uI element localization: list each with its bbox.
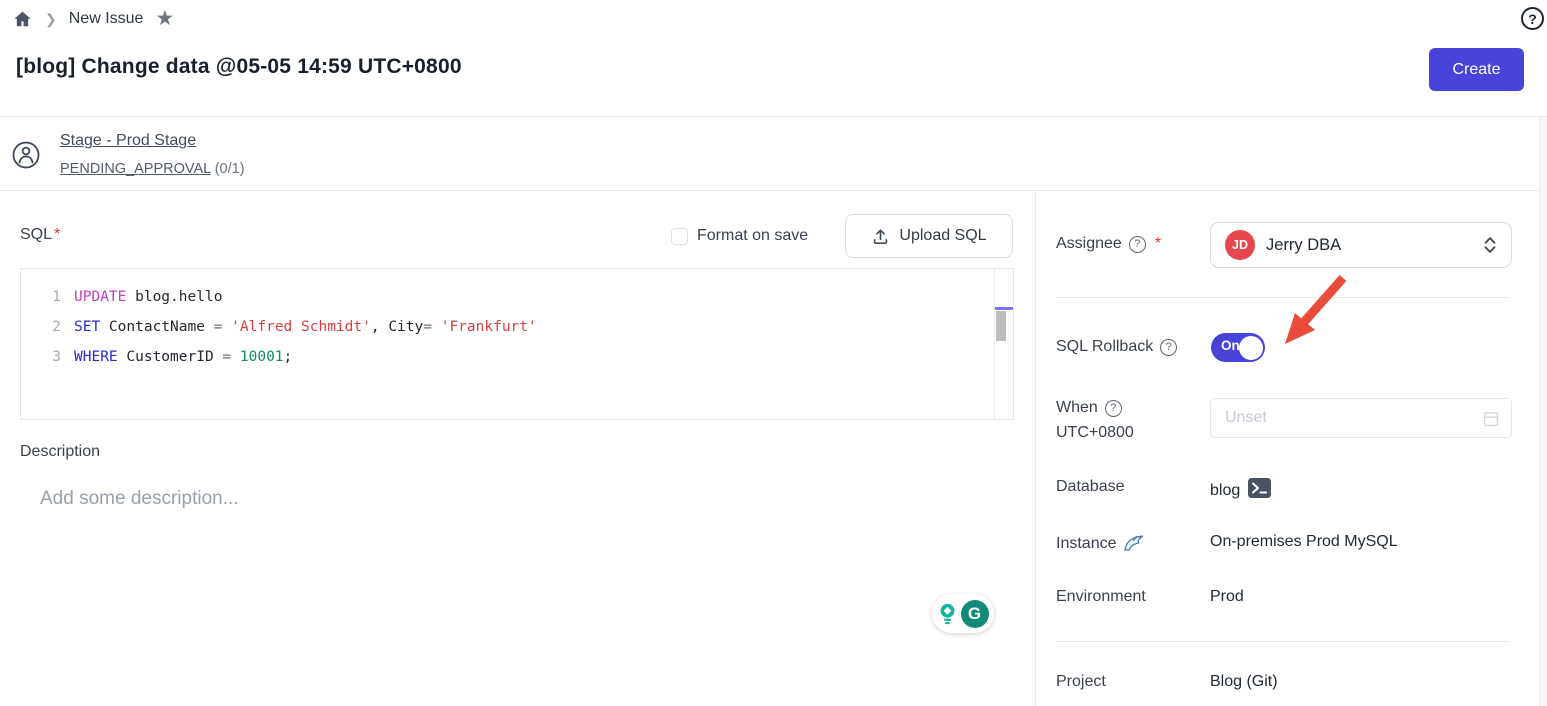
assignee-name: Jerry DBA	[1266, 236, 1472, 255]
when-label: When	[1056, 399, 1098, 417]
instance-label: Instance	[1056, 535, 1116, 553]
page-title: [blog] Change data @05-05 14:59 UTC+0800	[16, 55, 462, 79]
grammarly-widget[interactable]: G	[932, 594, 994, 633]
code-lines: 1UPDATE blog.hello2SET ContactName = 'Al…	[21, 282, 994, 372]
rollback-help-icon[interactable]: ?	[1160, 339, 1177, 356]
grammarly-bulb-icon[interactable]	[938, 602, 957, 626]
help-icon[interactable]: ?	[1521, 7, 1544, 30]
new-issue-page: ❯ New Issue ★ ? [blog] Change data @05-0…	[0, 0, 1547, 706]
breadcrumb-page[interactable]: New Issue	[69, 10, 144, 28]
code-line: 1UPDATE blog.hello	[21, 282, 994, 312]
sql-editor[interactable]: 1UPDATE blog.hello2SET ContactName = 'Al…	[20, 268, 1014, 420]
code-line: 2SET ContactName = 'Alfred Schmidt', Cit…	[21, 312, 994, 342]
stage-link[interactable]: Stage - Prod Stage	[60, 132, 196, 150]
toggle-state-label: On	[1221, 338, 1240, 353]
upload-icon	[871, 227, 890, 246]
rollback-label: SQL Rollback	[1056, 338, 1153, 356]
assignee-help-icon[interactable]: ?	[1129, 236, 1146, 253]
sql-label: SQL*	[20, 226, 60, 244]
editor-scrollbar[interactable]	[994, 269, 1013, 419]
mysql-dolphin-icon	[1122, 533, 1147, 554]
page-scrollbar[interactable]	[1539, 117, 1547, 706]
format-on-save-label: Format on save	[697, 227, 808, 245]
required-asterisk: *	[54, 226, 60, 243]
line-number: 1	[21, 282, 74, 312]
project-label: Project	[1056, 673, 1106, 691]
code-line: 3WHERE CustomerID = 10001;	[21, 342, 994, 372]
description-label: Description	[20, 443, 100, 461]
favorite-star-icon[interactable]: ★	[155, 9, 174, 29]
when-help-icon[interactable]: ?	[1105, 400, 1122, 417]
project-value: Blog (Git)	[1210, 673, 1278, 691]
calendar-icon	[1482, 410, 1500, 433]
editor-cursor-marker	[995, 307, 1013, 310]
environment-label: Environment	[1056, 588, 1146, 606]
instance-value: On-premises Prod MySQL	[1210, 533, 1398, 551]
stage-status-link[interactable]: PENDING_APPROVAL	[60, 161, 211, 177]
divider	[0, 190, 1547, 191]
line-number: 2	[21, 312, 74, 342]
editor-scroll-thumb[interactable]	[996, 311, 1006, 341]
stage-avatar-icon	[11, 140, 41, 175]
stage-status-count: (0/1)	[215, 161, 245, 177]
format-on-save-checkbox[interactable]	[671, 228, 688, 245]
assignee-avatar: JD	[1225, 230, 1255, 260]
line-number: 3	[21, 342, 74, 372]
required-asterisk: *	[1155, 235, 1161, 253]
sql-terminal-icon[interactable]	[1248, 478, 1271, 503]
upload-sql-label: Upload SQL	[899, 227, 986, 245]
description-input[interactable]: Add some description...	[40, 488, 239, 510]
divider	[1056, 641, 1508, 642]
toggle-knob	[1239, 336, 1263, 360]
breadcrumb: ❯ New Issue ★	[12, 6, 174, 32]
select-chevrons-icon	[1483, 235, 1497, 255]
assignee-label: Assignee	[1056, 235, 1122, 253]
environment-value: Prod	[1210, 588, 1244, 606]
grammarly-logo-icon[interactable]: G	[961, 600, 989, 628]
divider	[1035, 190, 1036, 706]
when-input[interactable]	[1211, 399, 1511, 437]
database-value: blog	[1210, 482, 1240, 500]
create-button[interactable]: Create	[1429, 48, 1524, 91]
assignee-select[interactable]: JD Jerry DBA	[1210, 222, 1512, 268]
divider	[0, 116, 1547, 117]
sql-rollback-toggle[interactable]: On	[1211, 333, 1265, 362]
breadcrumb-chevron-icon: ❯	[45, 11, 57, 28]
database-label: Database	[1056, 478, 1125, 496]
home-icon[interactable]	[12, 9, 33, 30]
stage-status-line: PENDING_APPROVAL (0/1)	[60, 161, 245, 177]
when-timezone: UTC+0800	[1056, 424, 1134, 442]
upload-sql-button[interactable]: Upload SQL	[845, 214, 1013, 258]
divider	[1056, 297, 1508, 298]
